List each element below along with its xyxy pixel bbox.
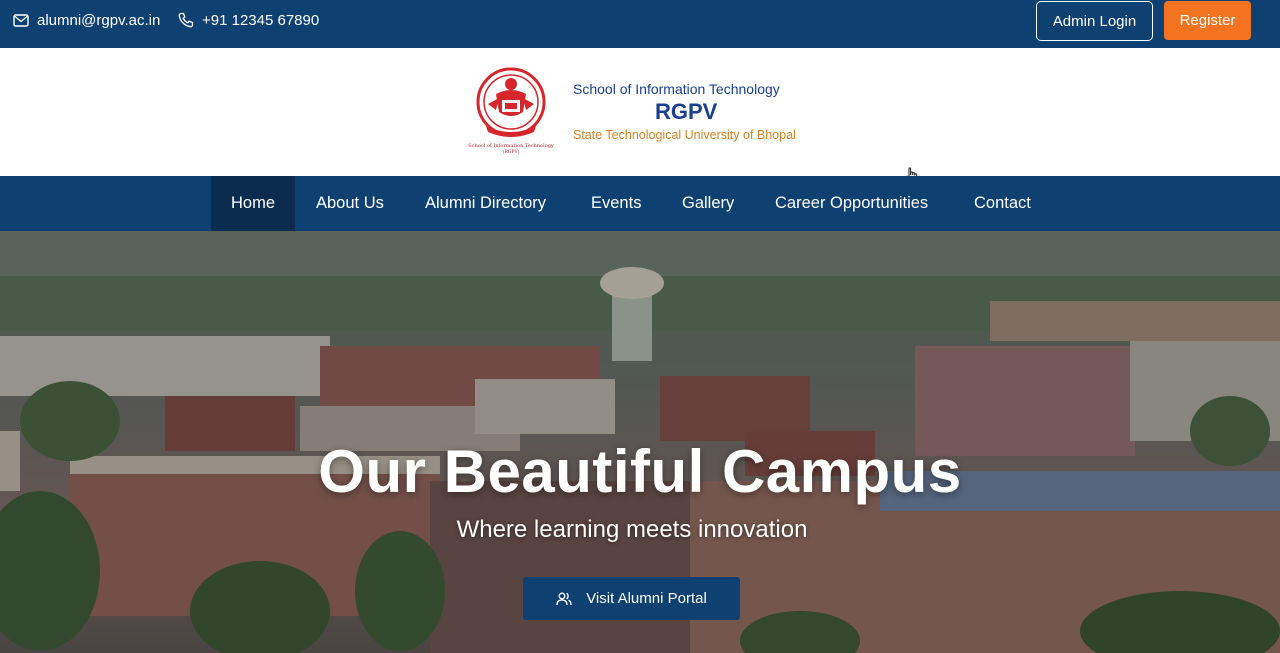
admin-login-button[interactable]: Admin Login bbox=[1036, 1, 1153, 41]
mail-icon bbox=[13, 13, 29, 27]
phone-text: +91 12345 67890 bbox=[202, 11, 320, 29]
nav-home[interactable]: Home bbox=[211, 176, 295, 231]
phone-icon bbox=[178, 12, 194, 28]
hero-subtitle: Where learning meets innovation bbox=[456, 516, 808, 543]
hero-title: Our Beautiful Campus bbox=[318, 438, 962, 505]
university-name: State Technological University of Bhopal bbox=[573, 128, 796, 142]
users-icon bbox=[556, 592, 572, 605]
svg-text:School of Information Technolo: School of Information Technology bbox=[468, 143, 554, 149]
visit-alumni-portal-label: Visit Alumni Portal bbox=[586, 590, 707, 607]
top-bar: alumni@rgpv.ac.in +91 12345 67890 Admin … bbox=[0, 0, 1280, 48]
nav-alumni-directory[interactable]: Alumni Directory bbox=[425, 176, 546, 231]
site-header: School of Information Technology (RGPV) … bbox=[0, 48, 1280, 185]
phone-contact[interactable]: +91 12345 67890 bbox=[178, 0, 319, 40]
institution-name: RGPV bbox=[655, 99, 718, 124]
email-text: alumni@rgpv.ac.in bbox=[37, 11, 161, 29]
logo[interactable]: School of Information Technology (RGPV) bbox=[466, 64, 556, 158]
main-nav: Home About Us Alumni Directory Events Ga… bbox=[0, 176, 1280, 231]
hero-banner: Our Beautiful Campus Where learning meet… bbox=[0, 231, 1280, 653]
register-button[interactable]: Register bbox=[1164, 1, 1251, 40]
nav-career-opportunities[interactable]: Career Opportunities bbox=[775, 176, 928, 231]
svg-text:(RGPV): (RGPV) bbox=[503, 148, 520, 155]
visit-alumni-portal-button[interactable]: Visit Alumni Portal bbox=[523, 577, 740, 620]
nav-events[interactable]: Events bbox=[591, 176, 641, 231]
nav-gallery[interactable]: Gallery bbox=[682, 176, 734, 231]
email-contact[interactable]: alumni@rgpv.ac.in bbox=[13, 0, 160, 40]
nav-contact[interactable]: Contact bbox=[974, 176, 1031, 231]
school-name: School of Information Technology bbox=[573, 81, 780, 97]
nav-about-us[interactable]: About Us bbox=[316, 176, 384, 231]
